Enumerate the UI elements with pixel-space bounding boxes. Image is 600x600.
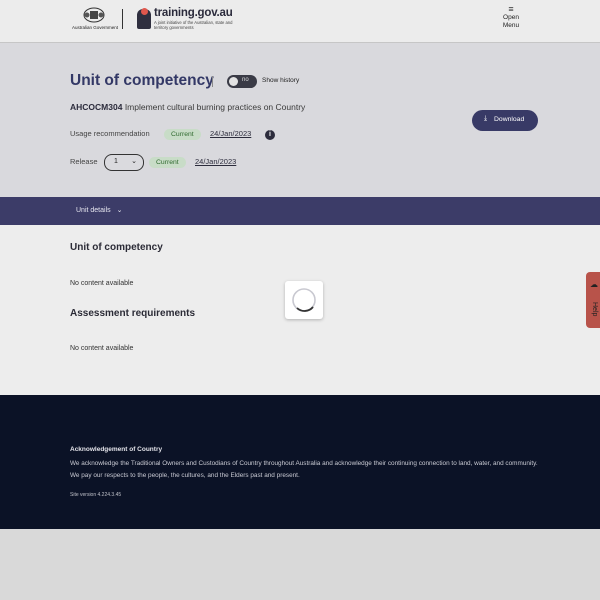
show-history-toggle[interactable]: no [227,75,257,88]
australian-government-logo[interactable]: Australian Government [72,7,118,33]
usage-date-link[interactable]: 24/Jan/2023 [210,129,251,138]
site-header: Australian Government training.gov.au A … [0,0,600,43]
gov-logo-text: Australian Government [72,25,119,30]
chat-icon: ☁ [590,280,598,289]
toggle-knob [229,77,238,86]
toggle-state: no [242,77,249,83]
section-assessment-empty: No content available [70,345,134,352]
tab-unit-details[interactable]: Unit details ⌄ [76,206,123,214]
show-history-label: Show history [262,77,300,84]
release-value: 1 [114,158,118,165]
usage-status-badge: Current [164,129,201,140]
page-title: Unit of competency [70,72,214,89]
spinner-icon [292,288,316,312]
info-icon[interactable]: i [265,130,275,140]
training-gov-logo[interactable]: training.gov.au A joint initiative of th… [137,7,237,35]
usage-label: Usage recommendation [70,129,150,138]
release-select[interactable]: 1 ⌄ [104,154,144,171]
release-date-link[interactable]: 24/Jan/2023 [195,157,236,166]
download-button[interactable]: ⤓ Download [472,110,538,131]
site-footer: Acknowledgement of Country We acknowledg… [0,395,600,529]
unit-code: AHCOCM304 [70,102,123,112]
crest-icon [83,7,105,23]
download-icon: ⤓ [484,115,488,122]
unit-hero: Unit of competency no Show history AHCOC… [0,43,600,197]
help-tab[interactable]: ☁ Help [586,272,600,328]
unit-code-line: AHCOCM304 Implement cultural burning pra… [70,102,305,112]
menu-label-1: Open [503,14,519,21]
section-unit-heading: Unit of competency [70,242,163,253]
loading-spinner [285,281,323,319]
below-footer-area [0,529,600,600]
chevron-down-icon: ⌄ [116,207,123,214]
site-version: Site version 4.224.3.45 [70,492,122,498]
site-tagline: A joint initiative of the Australian, st… [154,20,233,30]
help-label: Help [591,302,598,317]
download-label: Download [494,116,525,123]
tga-mark-icon [137,8,151,29]
page: Australian Government training.gov.au A … [0,0,600,600]
tab-unit-details-label: Unit details [76,207,111,214]
menu-label-2: Menu [502,22,520,29]
chevron-down-icon: ⌄ [131,158,137,165]
acknowledgement-text: We acknowledge the Traditional Owners an… [70,460,538,479]
site-name: training.gov.au [154,7,233,19]
release-status-badge: Current [149,157,186,168]
section-unit-empty: No content available [70,280,134,287]
section-tab-bar: Unit details ⌄ [0,197,600,225]
logo-divider [122,9,123,29]
open-menu-button[interactable]: ≡ Open Menu [496,5,526,37]
section-assessment-heading: Assessment requirements [70,308,196,319]
release-label: Release [70,157,98,166]
title-separator [212,76,213,87]
acknowledgement-title: Acknowledgement of Country [70,446,163,453]
hamburger-icon: ≡ [508,4,514,14]
unit-name: Implement cultural burning practices on … [124,102,306,112]
